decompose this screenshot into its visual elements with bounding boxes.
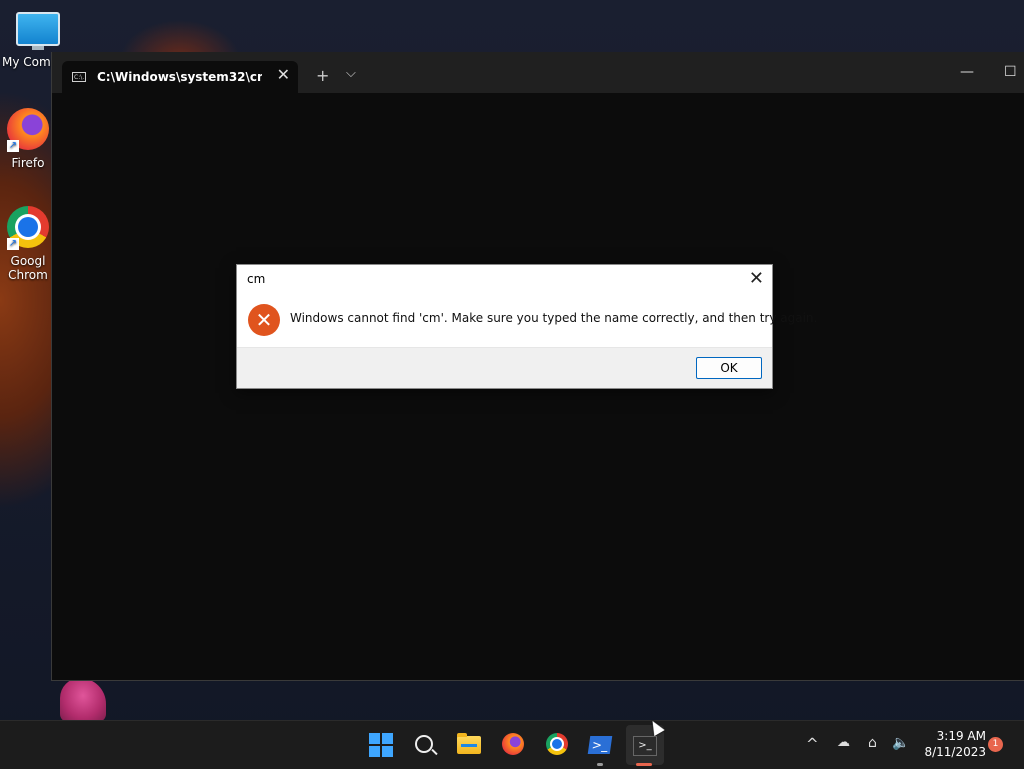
desktop-icon-label: Googl bbox=[10, 254, 46, 268]
search-icon bbox=[415, 735, 433, 753]
clock-time: 3:19 AM bbox=[936, 729, 986, 743]
error-dialog[interactable]: cm ✕ ✕ Windows cannot find 'cm'. Make su… bbox=[236, 264, 817, 389]
firefox-icon bbox=[502, 733, 524, 755]
ok-button[interactable]: OK bbox=[696, 357, 762, 379]
volume-icon[interactable]: 🔈 bbox=[892, 735, 909, 751]
windows-logo-icon bbox=[369, 733, 380, 744]
shortcut-arrow-icon: ↗ bbox=[7, 238, 19, 250]
dialog-footer: OK bbox=[237, 347, 772, 388]
show-hidden-icons-button[interactable]: ^ bbox=[806, 735, 819, 753]
chrome-icon bbox=[546, 733, 568, 755]
shortcut-arrow-icon: ↗ bbox=[7, 140, 19, 152]
dialog-title: cm bbox=[247, 272, 266, 286]
notification-badge[interactable]: 1 bbox=[988, 737, 1003, 752]
start-button[interactable] bbox=[369, 733, 393, 757]
firefox-taskbar-button[interactable] bbox=[502, 733, 526, 757]
cmd-icon: C:\. bbox=[72, 72, 86, 82]
terminal-taskbar-button[interactable]: >_ bbox=[633, 733, 657, 757]
file-explorer-button[interactable] bbox=[457, 733, 481, 757]
clock-date: 8/11/2023 bbox=[924, 745, 986, 759]
search-button[interactable] bbox=[413, 733, 437, 757]
folder-icon bbox=[457, 733, 481, 754]
tab-dropdown-button[interactable]: ⌵ bbox=[346, 66, 356, 81]
taskbar: >_ >_ ^ ☁ ⌂ 🔈 3:19 AM 8/11/2023 1 bbox=[0, 720, 1024, 769]
desktop-icon-label: Firefo bbox=[11, 156, 45, 170]
chrome-taskbar-button[interactable] bbox=[546, 733, 570, 757]
desktop-icon-firefox[interactable]: ↗ Firefo bbox=[0, 108, 56, 170]
maximize-button[interactable]: ☐ bbox=[1004, 64, 1017, 80]
clock[interactable]: 3:19 AM 8/11/2023 bbox=[920, 728, 986, 760]
terminal-icon: >_ bbox=[633, 736, 657, 756]
dialog-message: Windows cannot find 'cm'. Make sure you … bbox=[290, 311, 818, 325]
chrome-icon: ↗ bbox=[7, 206, 49, 250]
minimize-button[interactable]: — bbox=[960, 64, 974, 80]
desktop-icon-chrome[interactable]: ↗ Googl Chrom bbox=[0, 206, 56, 282]
error-icon: ✕ bbox=[248, 304, 280, 336]
tab-cmd[interactable]: C:\. C:\Windows\system32\cmd.e: ✕ bbox=[62, 61, 298, 93]
network-icon[interactable]: ⌂ bbox=[868, 735, 877, 751]
tab-title: C:\Windows\system32\cmd.e: bbox=[97, 70, 262, 84]
running-indicator bbox=[597, 763, 603, 766]
onedrive-icon[interactable]: ☁ bbox=[837, 735, 850, 750]
firefox-icon: ↗ bbox=[7, 108, 49, 152]
monitor-icon bbox=[16, 12, 60, 50]
powershell-icon: >_ bbox=[587, 736, 613, 754]
active-indicator bbox=[636, 763, 652, 766]
new-tab-button[interactable]: + bbox=[316, 66, 329, 85]
tab-close-icon[interactable]: ✕ bbox=[277, 65, 290, 84]
terminal-titlebar[interactable]: C:\. C:\Windows\system32\cmd.e: ✕ + ⌵ — … bbox=[52, 52, 1024, 93]
dialog-close-button[interactable]: ✕ bbox=[749, 268, 764, 289]
desktop-icon-label-line2: Chrom bbox=[8, 268, 48, 282]
powershell-taskbar-button[interactable]: >_ bbox=[587, 733, 613, 757]
